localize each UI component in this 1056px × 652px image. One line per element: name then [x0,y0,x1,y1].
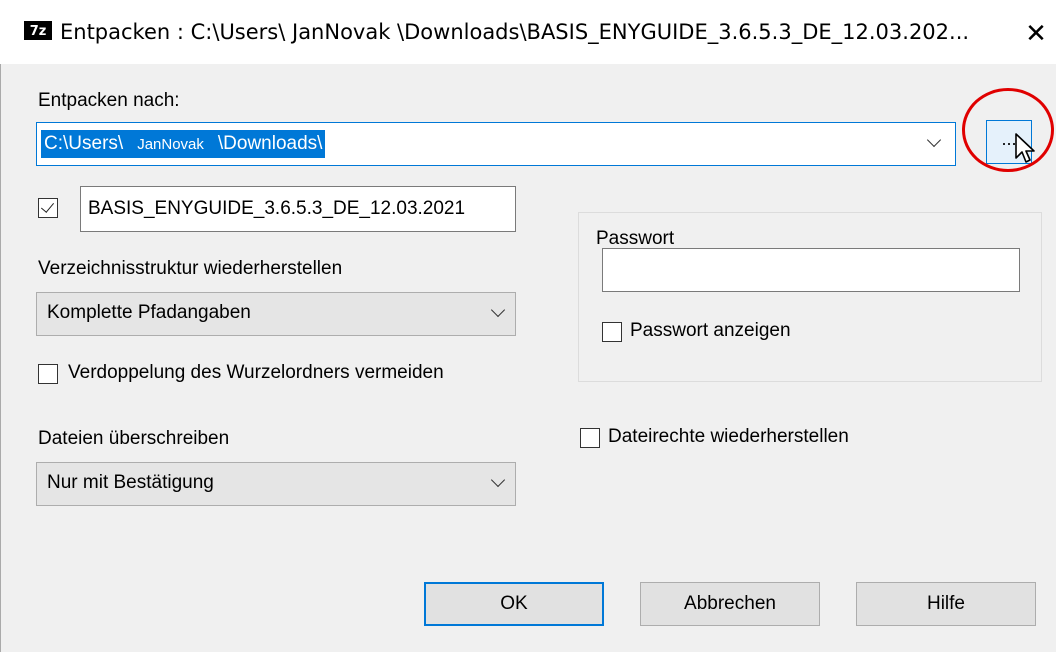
restore-permissions-checkbox[interactable] [580,428,600,448]
path-mode-label: Verzeichnisstruktur wiederherstellen [38,258,343,279]
path-suffix: \Downloads\ [217,133,323,154]
restore-permissions-label[interactable]: Dateirechte wiederherstellen [608,426,849,448]
subfolder-checkbox[interactable] [38,198,58,218]
cancel-button[interactable]: Abbrechen [640,582,820,626]
title-bar: 7z Entpacken : C:\Users\ JanNovak \Downl… [0,0,1056,64]
app-icon: 7z [24,21,52,40]
subfolder-name-input[interactable]: BASIS_ENYGUIDE_3.6.5.3_DE_12.03.2021 [80,186,516,232]
extract-to-label: Entpacken nach: [38,90,180,111]
extract-path-combobox[interactable]: C:\Users\ JanNovak \Downloads\ [36,122,956,166]
show-password-label[interactable]: Passwort anzeigen [630,320,791,342]
avoid-duplicate-root-checkbox[interactable] [38,364,58,384]
help-button[interactable]: Hilfe [856,582,1036,626]
password-group-title: Passwort [590,228,681,250]
chevron-down-icon [489,473,509,493]
overwrite-mode-value: Nur mit Bestätigung [47,472,214,493]
mouse-cursor-icon [1015,133,1035,163]
avoid-duplicate-root-label[interactable]: Verdoppelung des Wurzelordners vermeiden [68,362,444,384]
path-user: JanNovak [137,136,204,153]
path-mode-select[interactable]: Komplette Pfadangaben [36,292,516,336]
path-mode-value: Komplette Pfadangaben [47,302,251,323]
close-icon[interactable]: ✕ [1018,16,1054,52]
ok-button[interactable]: OK [424,582,604,626]
window-title: Entpacken : C:\Users\ JanNovak \Download… [60,20,970,44]
chevron-down-icon[interactable] [925,133,945,153]
overwrite-mode-select[interactable]: Nur mit Bestätigung [36,462,516,506]
overwrite-label: Dateien überschreiben [38,428,230,449]
extract-path-selection: C:\Users\ JanNovak \Downloads\ [41,130,326,158]
chevron-down-icon [489,303,509,323]
password-input[interactable] [602,248,1020,292]
show-password-checkbox[interactable] [602,322,622,342]
path-prefix: C:\Users\ [44,133,124,154]
